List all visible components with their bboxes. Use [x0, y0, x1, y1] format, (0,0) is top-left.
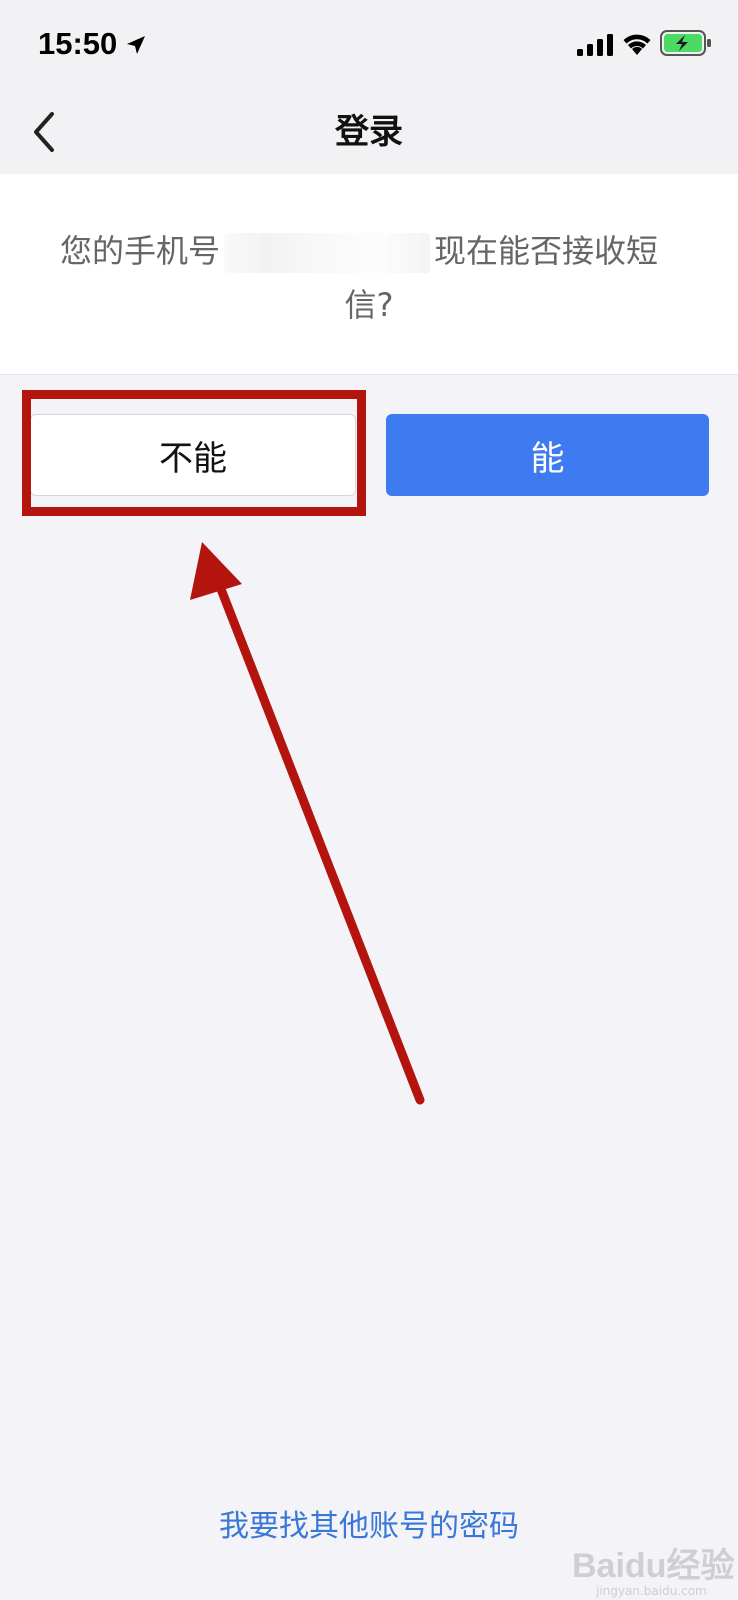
- status-time: 15:50: [38, 26, 118, 61]
- redacted-phone-number: [224, 233, 431, 273]
- status-bar: 15:50: [0, 0, 738, 90]
- page-title: 登录: [335, 112, 403, 152]
- battery-charging-icon: [660, 30, 711, 56]
- wifi-icon: [623, 34, 651, 55]
- message-line-2: 信?: [344, 286, 394, 324]
- cellular-signal-icon: [577, 34, 613, 56]
- message-line-1: 您的手机号 现在能否接收短: [60, 226, 720, 276]
- baidu-watermark: Baidu经验: [572, 1547, 735, 1585]
- message-card: 您的手机号 现在能否接收短 信?: [0, 174, 738, 375]
- location-arrow-icon: [127, 36, 145, 54]
- message-suffix: 现在能否接收短: [434, 232, 659, 270]
- baidu-watermark-url: jingyan.baidu.com: [596, 1584, 707, 1598]
- find-other-account-password-link[interactable]: 我要找其他账号的密码: [0, 1505, 738, 1549]
- cannot-receive-button[interactable]: 不能: [30, 414, 356, 496]
- nav-bar: 登录: [0, 90, 738, 174]
- can-receive-button[interactable]: 能: [386, 414, 709, 496]
- message-prefix: 您的手机号: [60, 232, 221, 270]
